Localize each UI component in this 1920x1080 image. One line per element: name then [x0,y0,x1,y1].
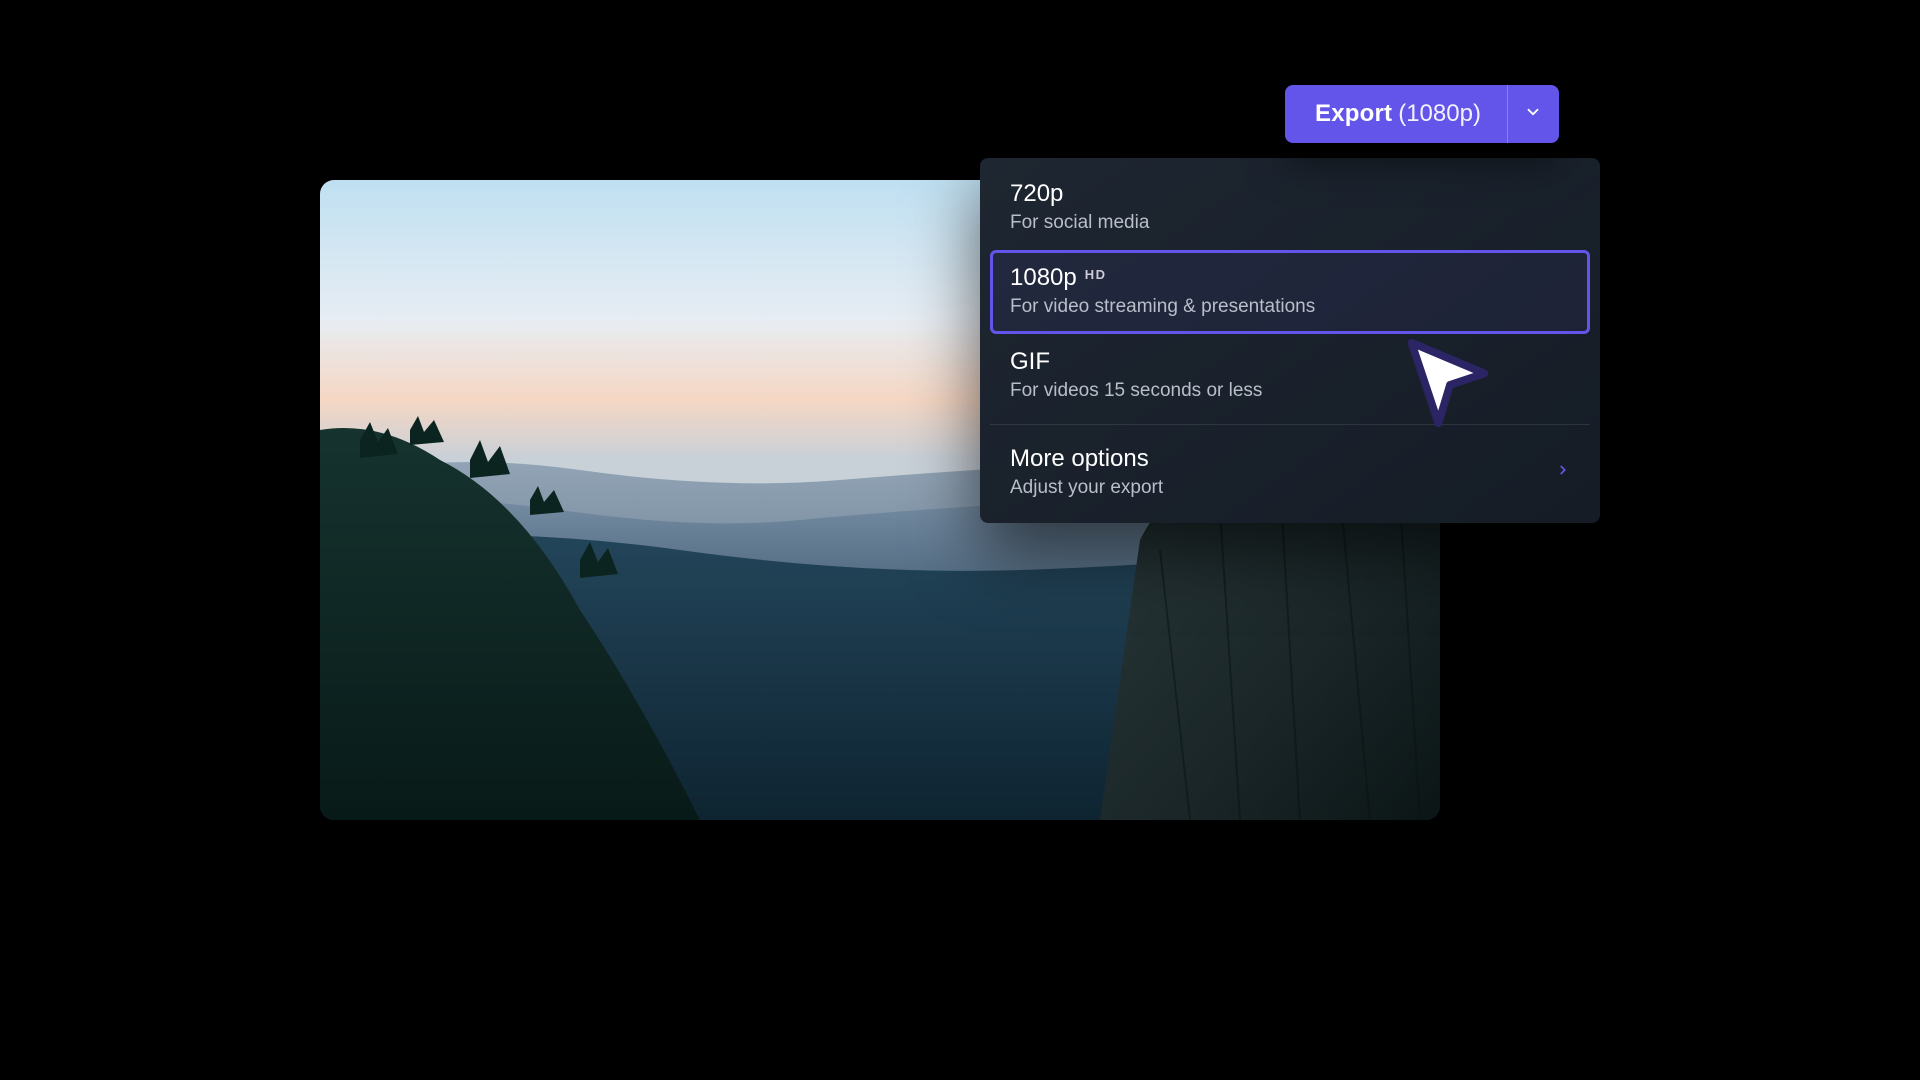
menu-item-title: 1080p [1010,264,1077,292]
menu-item-desc: For videos 15 seconds or less [1010,380,1570,402]
export-split-button: Export (1080p) [1285,85,1559,143]
hd-badge: HD [1085,267,1107,282]
menu-item-title: More options [1010,445,1149,473]
export-button[interactable]: Export (1080p) [1285,85,1507,143]
menu-item-desc: Adjust your export [1010,477,1163,499]
menu-item-desc: For video streaming & presentations [1010,296,1570,318]
export-resolution-menu: 720p For social media 1080p HD For video… [980,158,1600,523]
menu-item-more-options[interactable]: More options Adjust your export [990,431,1590,515]
export-label: Export [1315,100,1392,128]
menu-divider [990,424,1590,425]
chevron-down-icon [1524,103,1542,126]
chevron-right-icon [1556,463,1570,482]
menu-item-gif[interactable]: GIF For videos 15 seconds or less [990,334,1590,418]
menu-item-720p[interactable]: 720p For social media [990,166,1590,250]
menu-item-title: 720p [1010,180,1063,208]
export-current-resolution: (1080p) [1398,100,1481,128]
menu-item-1080p[interactable]: 1080p HD For video streaming & presentat… [990,250,1590,334]
menu-item-title: GIF [1010,348,1050,376]
menu-item-desc: For social media [1010,212,1570,234]
export-dropdown-toggle[interactable] [1507,85,1559,143]
